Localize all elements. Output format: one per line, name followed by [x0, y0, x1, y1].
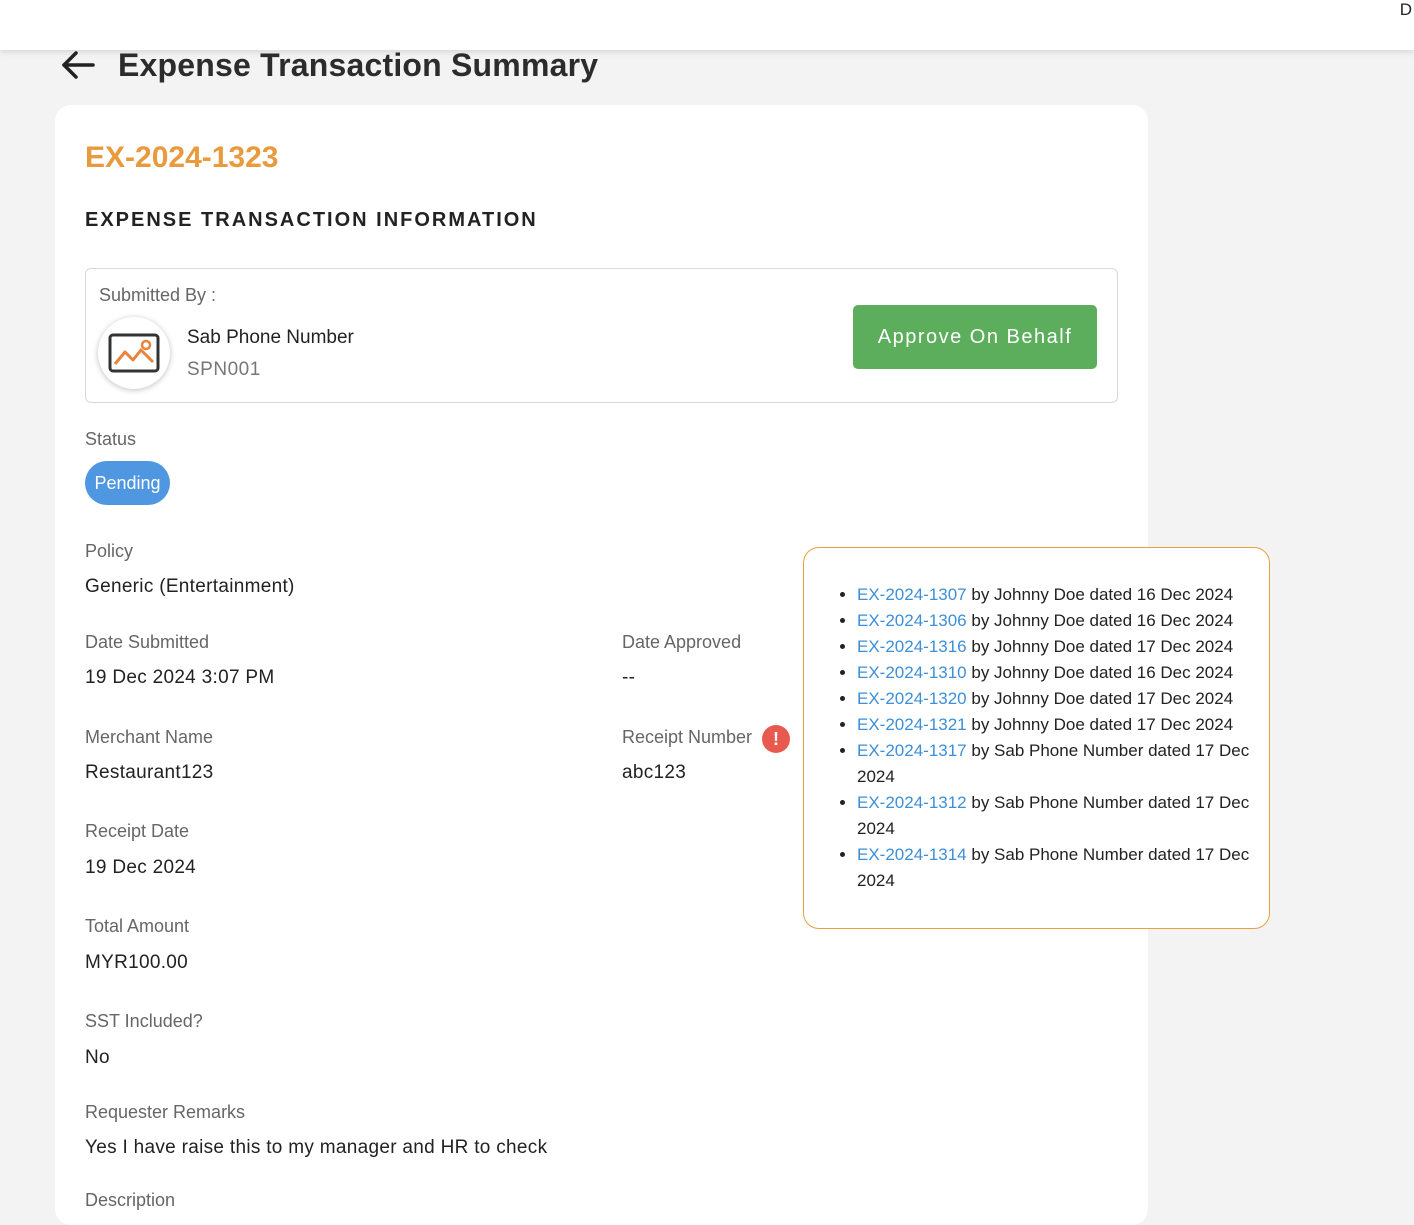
transaction-link[interactable]: EX-2024-1316: [857, 637, 967, 656]
list-item: EX-2024-1321 by Johnny Doe dated 17 Dec …: [857, 712, 1252, 738]
receipt-date-label: Receipt Date: [85, 821, 190, 841]
policy-label: Policy: [85, 541, 134, 561]
list-item: EX-2024-1314 by Sab Phone Number dated 1…: [857, 842, 1252, 894]
transaction-detail: by Johnny Doe dated 16 Dec 2024: [966, 611, 1234, 630]
policy-value: Generic (Entertainment): [85, 576, 295, 597]
transaction-detail: by Johnny Doe dated 17 Dec 2024: [966, 715, 1234, 734]
status-label: Status: [85, 429, 137, 449]
transaction-id: EX-2024-1323: [85, 141, 279, 174]
transaction-link[interactable]: EX-2024-1314: [857, 845, 967, 864]
receipt-date-value: 19 Dec 2024: [85, 857, 197, 878]
transaction-detail: by Johnny Doe dated 17 Dec 2024: [966, 637, 1234, 656]
list-item: EX-2024-1316 by Johnny Doe dated 17 Dec …: [857, 634, 1252, 660]
duplicate-transactions-list: EX-2024-1307 by Johnny Doe dated 16 Dec …: [857, 582, 1252, 894]
page-header: Expense Transaction Summary: [60, 44, 598, 86]
submitter-box: Submitted By : Sab Phone Number SPN001 A…: [85, 268, 1118, 403]
merchant-name-label: Merchant Name: [85, 727, 214, 747]
total-amount-label: Total Amount: [85, 916, 190, 936]
requester-remarks-value: Yes I have raise this to my manager and …: [85, 1137, 548, 1158]
transaction-link[interactable]: EX-2024-1317: [857, 741, 967, 760]
description-label: Description: [85, 1190, 176, 1210]
submitted-by-label: Submitted By :: [99, 285, 217, 305]
page-title: Expense Transaction Summary: [118, 46, 599, 83]
duplicate-transactions-popover: EX-2024-1307 by Johnny Doe dated 16 Dec …: [803, 547, 1270, 929]
transaction-detail: by Johnny Doe dated 16 Dec 2024: [966, 585, 1234, 604]
sst-included-label: SST Included?: [85, 1011, 203, 1031]
list-item: EX-2024-1312 by Sab Phone Number dated 1…: [857, 790, 1252, 842]
transaction-detail: by Johnny Doe dated 16 Dec 2024: [966, 663, 1234, 682]
list-item: EX-2024-1310 by Johnny Doe dated 16 Dec …: [857, 660, 1252, 686]
status-badge: Pending: [85, 461, 170, 505]
transaction-link[interactable]: EX-2024-1320: [857, 689, 967, 708]
section-title: EXPENSE TRANSACTION INFORMATION: [85, 209, 538, 231]
transaction-link[interactable]: EX-2024-1306: [857, 611, 967, 630]
list-item: EX-2024-1307 by Johnny Doe dated 16 Dec …: [857, 582, 1252, 608]
transaction-detail: by Johnny Doe dated 17 Dec 2024: [966, 689, 1234, 708]
transaction-link[interactable]: EX-2024-1310: [857, 663, 967, 682]
sst-included-value: No: [85, 1047, 110, 1068]
list-item: EX-2024-1320 by Johnny Doe dated 17 Dec …: [857, 686, 1252, 712]
approve-on-behalf-button[interactable]: Approve On Behalf: [853, 305, 1097, 369]
date-submitted-value: 19 Dec 2024 3:07 PM: [85, 667, 275, 688]
date-approved-label: Date Approved: [622, 632, 742, 652]
submitter-code: SPN001: [187, 359, 261, 380]
top-bar: D: [0, 0, 1414, 50]
avatar: [98, 317, 170, 389]
merchant-name-value: Restaurant123: [85, 762, 214, 783]
arrow-left-icon[interactable]: [60, 47, 96, 83]
submitter-name: Sab Phone Number: [187, 327, 354, 348]
transaction-link[interactable]: EX-2024-1312: [857, 793, 967, 812]
transaction-link[interactable]: EX-2024-1321: [857, 715, 967, 734]
date-submitted-label: Date Submitted: [85, 632, 210, 652]
date-approved-value: --: [622, 667, 636, 688]
image-placeholder-icon: [108, 333, 160, 373]
list-item: EX-2024-1317 by Sab Phone Number dated 1…: [857, 738, 1252, 790]
receipt-number-label: Receipt Number: [622, 727, 753, 747]
transaction-link[interactable]: EX-2024-1307: [857, 585, 967, 604]
topbar-edge-text: D: [1399, 0, 1412, 19]
total-amount-value: MYR100.00: [85, 952, 189, 973]
exclamation-alert-icon[interactable]: !: [762, 725, 790, 753]
list-item: EX-2024-1306 by Johnny Doe dated 16 Dec …: [857, 608, 1252, 634]
receipt-number-value: abc123: [622, 762, 687, 783]
requester-remarks-label: Requester Remarks: [85, 1102, 246, 1122]
